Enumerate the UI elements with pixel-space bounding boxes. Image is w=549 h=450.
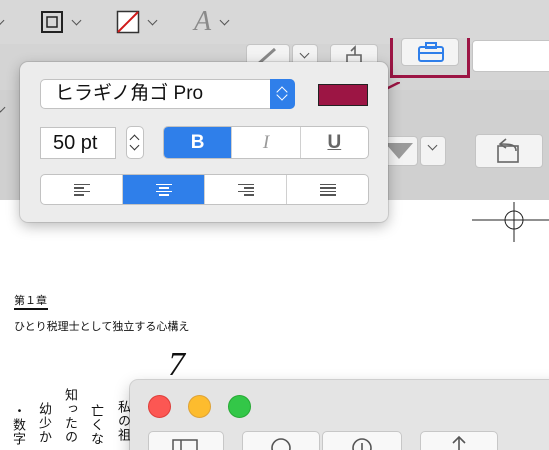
zoom-out-icon [271, 438, 291, 450]
shape-options-button[interactable] [420, 136, 446, 166]
fill-none-icon [116, 10, 140, 34]
rotate-left-icon [497, 138, 519, 163]
chevron-down-icon [219, 15, 230, 25]
chapter-underline [14, 308, 48, 310]
stepper-down-icon [129, 140, 140, 151]
align-center-icon [155, 183, 172, 196]
toolbar-overflow-button[interactable] [0, 10, 5, 34]
chapter-subtitle: ひとり税理士として独立する心構え [14, 321, 190, 333]
font-size-field[interactable]: 50 pt [40, 127, 116, 159]
share-button[interactable] [420, 431, 498, 450]
alignment-segmented-control [40, 174, 369, 205]
align-right-icon [237, 183, 254, 196]
font-family-value: ヒラギノ角ゴ Pro [55, 83, 204, 104]
border-style-icon [41, 11, 63, 33]
font-size-stepper[interactable] [126, 126, 144, 159]
share-icon [452, 435, 466, 450]
chapter-label: 第１章 [14, 295, 47, 307]
text-color-well[interactable] [318, 84, 368, 106]
chevron-down-icon [147, 15, 158, 25]
zoom-button[interactable] [228, 395, 251, 418]
vertical-text-line: ・数字 [11, 404, 26, 446]
sidebar-icon [172, 439, 198, 450]
align-right-button[interactable] [204, 175, 286, 204]
chevron-down-icon [0, 102, 6, 113]
zoom-in-icon [352, 438, 372, 450]
underline-button[interactable]: U [299, 127, 368, 158]
search-field[interactable] [472, 40, 549, 72]
floating-window [130, 380, 549, 450]
sidebar-toggle-button[interactable] [148, 431, 224, 450]
zoom-in-button[interactable] [322, 431, 402, 450]
chevron-down-icon [427, 140, 438, 151]
chevron-down-icon [299, 48, 310, 59]
align-center-button[interactable] [122, 175, 204, 204]
fill-color-button[interactable] [116, 10, 158, 34]
registration-mark-icon [472, 202, 549, 242]
align-justify-icon [319, 183, 336, 196]
align-left-icon [73, 183, 90, 196]
zoom-out-button[interactable] [242, 431, 320, 450]
chevron-down-icon [0, 15, 5, 25]
row-toggle-button[interactable] [0, 98, 20, 128]
text-style-icon: A [194, 6, 212, 37]
vertical-text-line: 幼少か [37, 402, 52, 444]
chevron-down-icon [71, 15, 82, 25]
close-button[interactable] [148, 395, 171, 418]
minimize-button[interactable] [188, 395, 211, 418]
font-family-select[interactable]: ヒラギノ角ゴ Pro [40, 79, 295, 109]
page-number: 7 [168, 346, 185, 383]
text-style-segmented-control: B I U [163, 126, 369, 159]
vertical-text-line: 亡くな [89, 404, 104, 446]
align-left-button[interactable] [41, 175, 122, 204]
vertical-text-line: 知ったの [63, 388, 78, 444]
border-style-button[interactable] [40, 10, 82, 34]
align-justify-button[interactable] [286, 175, 368, 204]
popup-arrows-icon [270, 79, 295, 109]
toolbox-button[interactable] [390, 38, 470, 78]
rotate-left-button[interactable] [475, 134, 543, 168]
italic-button[interactable]: I [231, 127, 299, 158]
text-style-popover: ヒラギノ角ゴ Pro 50 pt B I U [20, 62, 388, 222]
vertical-text-line: 私の祖 [116, 400, 131, 442]
toolbox-icon [418, 42, 444, 62]
bold-button[interactable]: B [164, 127, 232, 158]
text-style-button[interactable]: A [194, 6, 230, 37]
font-size-value: 50 pt [53, 132, 98, 154]
